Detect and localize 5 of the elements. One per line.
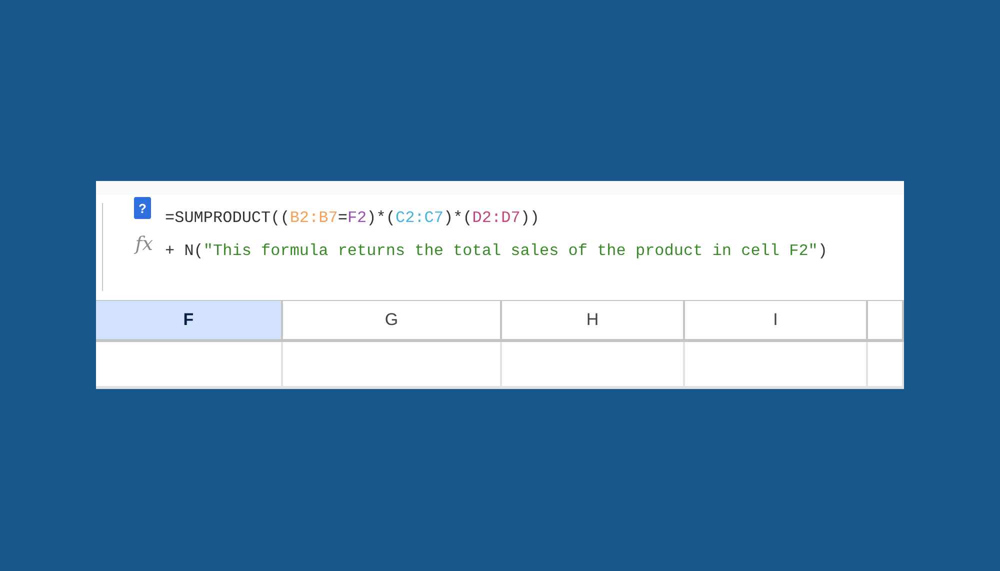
formula-line[interactable]: + N("This formula returns the total sales of the product in cell F2"): [165, 240, 828, 262]
column-header[interactable]: F: [96, 301, 283, 339]
help-badge[interactable]: ?: [134, 197, 151, 219]
formula-line[interactable]: =SUMPRODUCT((B2:B7=F2)*(C2:C7)*(D2:D7)): [165, 207, 828, 229]
fx-label: fx: [135, 233, 153, 255]
